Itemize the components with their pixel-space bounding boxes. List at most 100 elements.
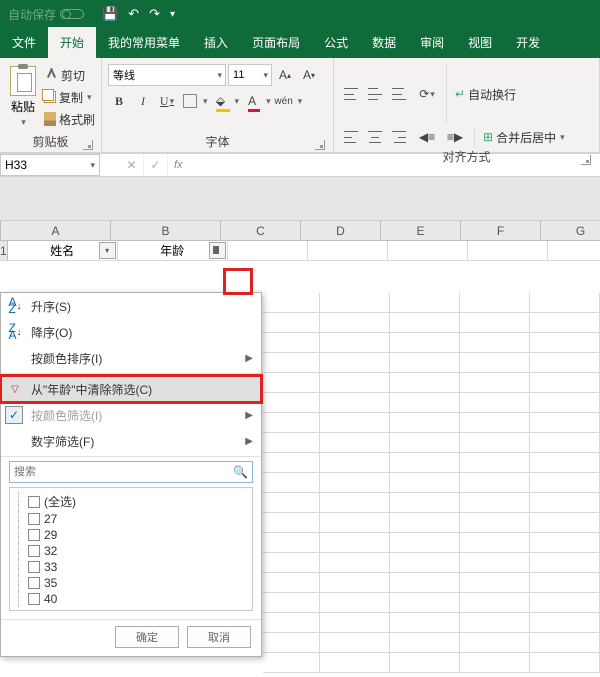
decrease-indent-button[interactable]: ◀≡ (416, 126, 438, 148)
submenu-arrow-icon: ▶ (245, 353, 253, 364)
col-header-d[interactable]: D (301, 221, 381, 240)
format-painter-button[interactable]: 格式刷 (44, 108, 95, 130)
autosave-label: 自动保存 (8, 6, 84, 23)
number-filter-item[interactable]: 数字筛选(F)▶ (1, 428, 261, 454)
fx-icon[interactable]: fx (168, 159, 189, 171)
sort-desc-item[interactable]: ZA↓降序(O) (1, 319, 261, 345)
font-size-select[interactable]: 11 (228, 64, 272, 86)
sort-by-color-item[interactable]: 按颜色排序(I)▶ (1, 345, 261, 371)
align-bottom-button[interactable] (388, 83, 410, 105)
sort-asc-item[interactable]: AZ↓升序(S) (1, 293, 261, 319)
filter-dropdown-menu: AZ↓升序(S) ZA↓降序(O) 按颜色排序(I)▶ ▽从"年龄"中清除筛选(… (0, 292, 262, 657)
sort-desc-icon: ZA↓ (7, 324, 23, 340)
col-header-f[interactable]: F (461, 221, 541, 240)
name-box[interactable]: H33▾ (0, 154, 100, 176)
sort-asc-icon: AZ↓ (7, 298, 23, 314)
filter-item-33[interactable]: 33 (14, 559, 248, 575)
tab-formula[interactable]: 公式 (312, 27, 360, 58)
col-header-e[interactable]: E (381, 221, 461, 240)
col-header-g[interactable]: G (541, 221, 600, 240)
cell-a1[interactable]: 姓名 (8, 241, 118, 260)
fill-color-button[interactable]: ⬙ (210, 90, 232, 112)
filter-ok-button[interactable]: 确定 (115, 626, 179, 648)
cell-d1[interactable] (308, 241, 388, 260)
qat-more-icon[interactable]: ▾ (170, 9, 175, 20)
align-top-button[interactable] (340, 83, 362, 105)
highlight-filter-icon (223, 268, 253, 295)
tab-insert[interactable]: 插入 (192, 27, 240, 58)
font-name-select[interactable]: 等线 (108, 64, 226, 86)
paste-button[interactable]: 粘贴 ▾ (6, 64, 40, 130)
decrease-font-button[interactable]: A▾ (298, 64, 320, 86)
formula-bar-expand (0, 177, 600, 221)
align-launcher[interactable] (581, 155, 591, 165)
brush-icon (44, 112, 56, 126)
cut-button[interactable]: 剪切 (44, 64, 95, 86)
tab-file[interactable]: 文件 (0, 27, 48, 58)
cell-c1[interactable] (228, 241, 308, 260)
orientation-button[interactable]: ⟳▾ (416, 83, 438, 105)
select-all-corner[interactable] (0, 221, 1, 240)
group-clipboard-label: 剪贴板 (6, 133, 95, 152)
phonetic-button[interactable]: wén (273, 90, 295, 112)
filter-item-27[interactable]: 27 (14, 511, 248, 527)
italic-button[interactable]: I (132, 90, 154, 112)
tab-home[interactable]: 开始 (48, 27, 96, 58)
tab-review[interactable]: 审阅 (408, 27, 456, 58)
border-button[interactable] (183, 94, 197, 108)
align-left-button[interactable] (340, 126, 362, 148)
bold-button[interactable]: B (108, 90, 130, 112)
filter-button-b[interactable] (209, 242, 226, 259)
filter-item-32[interactable]: 32 (14, 543, 248, 559)
ribbon: 粘贴 ▾ 剪切 复制▾ 格式刷 剪贴板 等线 11 A▴ A▾ B I U▾ ▾ (0, 58, 600, 153)
search-icon: 🔍 (233, 465, 248, 479)
clear-filter-item[interactable]: ▽从"年龄"中清除筛选(C) (1, 376, 261, 402)
filter-item-29[interactable]: 29 (14, 527, 248, 543)
align-right-button[interactable] (388, 126, 410, 148)
filter-search-box[interactable]: 🔍 (9, 461, 253, 483)
cell-g1[interactable] (548, 241, 600, 260)
align-center-button[interactable] (364, 126, 386, 148)
filter-button-a[interactable] (99, 242, 116, 259)
row-header-1[interactable]: 1 (0, 241, 8, 260)
tab-data[interactable]: 数据 (360, 27, 408, 58)
group-font-label: 字体 (108, 133, 327, 152)
tab-custom[interactable]: 我的常用菜单 (96, 27, 192, 58)
tab-dev[interactable]: 开发 (504, 27, 552, 58)
font-color-button[interactable]: A (241, 90, 263, 112)
filter-item-40[interactable]: 40 (14, 591, 248, 607)
increase-font-button[interactable]: A▴ (274, 64, 296, 86)
undo-icon[interactable]: ↶ (128, 6, 139, 22)
confirm-formula-button[interactable]: ✓ (144, 154, 168, 176)
wrap-text-button[interactable]: ↵自动换行 (455, 83, 516, 105)
align-middle-button[interactable] (364, 83, 386, 105)
font-launcher[interactable] (315, 140, 325, 150)
filter-item-35[interactable]: 35 (14, 575, 248, 591)
save-icon[interactable]: 💾 (102, 6, 118, 22)
tab-view[interactable]: 视图 (456, 27, 504, 58)
grid-empty-area[interactable] (263, 293, 600, 677)
increase-indent-button[interactable]: ≡▶ (444, 126, 466, 148)
redo-icon[interactable]: ↷ (149, 6, 160, 22)
underline-button[interactable]: U▾ (156, 90, 178, 112)
col-header-b[interactable]: B (111, 221, 221, 240)
group-align-label: 对齐方式 (340, 148, 593, 167)
filter-item-all[interactable]: (全选) (14, 492, 248, 511)
filter-by-color-item[interactable]: ✓按颜色筛选(I)▶ (1, 402, 261, 428)
cell-f1[interactable] (468, 241, 548, 260)
merge-center-button[interactable]: ⊞合并后居中▾ (483, 126, 565, 148)
cell-e1[interactable] (388, 241, 468, 260)
filter-values-tree[interactable]: (全选) 27 29 32 33 35 40 (9, 487, 253, 611)
col-header-a[interactable]: A (1, 221, 111, 240)
filter-cancel-button[interactable]: 取消 (187, 626, 251, 648)
filter-search-input[interactable] (14, 466, 233, 478)
cancel-formula-button[interactable]: ✕ (120, 154, 144, 176)
copy-button[interactable]: 复制▾ (44, 86, 95, 108)
clipboard-launcher[interactable] (83, 140, 93, 150)
copy-icon (44, 91, 56, 103)
autosave-toggle[interactable] (60, 9, 84, 19)
scissors-icon (44, 68, 58, 82)
col-header-c[interactable]: C (221, 221, 301, 240)
cell-b1[interactable]: 年龄 (118, 241, 228, 260)
tab-layout[interactable]: 页面布局 (240, 27, 312, 58)
